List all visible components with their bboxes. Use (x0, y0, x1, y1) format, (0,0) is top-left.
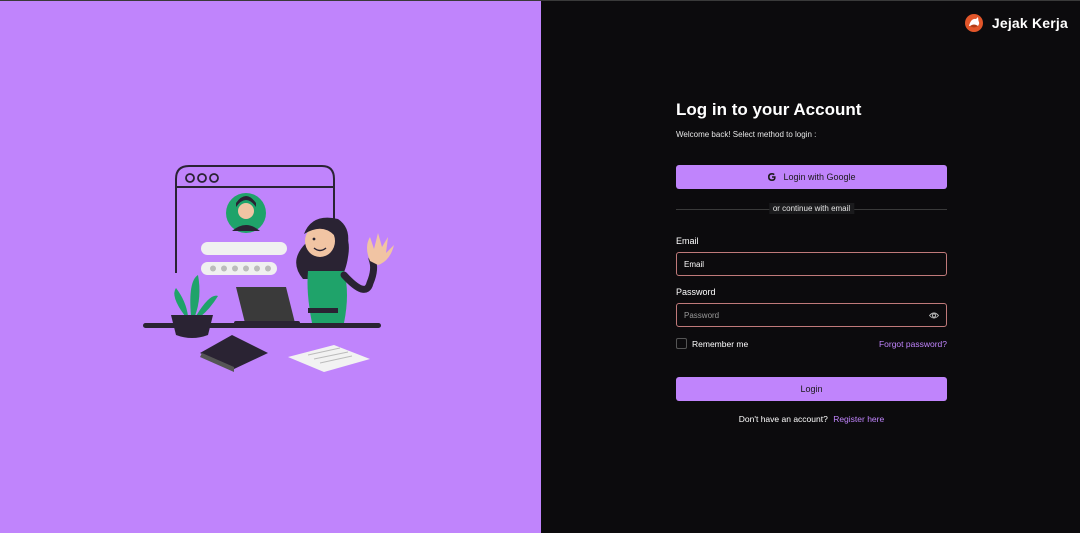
remember-me[interactable]: Remember me (676, 338, 748, 349)
illustration-panel (0, 1, 541, 533)
password-label: Password (676, 287, 716, 297)
login-button[interactable]: Login (676, 377, 947, 401)
google-login-label: Login with Google (783, 172, 856, 182)
register-text: Don't have an account? (738, 414, 828, 424)
google-login-button[interactable]: Login with Google (676, 165, 947, 189)
login-form: Log in to your Account Welcome back! Sel… (676, 100, 947, 424)
brand-name: Jejak Kerja (991, 15, 1068, 31)
login-panel: Jejak Kerja Log in to your Account Welco… (541, 1, 1080, 533)
divider-text: or continue with email (768, 203, 855, 214)
email-input[interactable] (677, 253, 946, 275)
forgot-password-link[interactable]: Forgot password? (879, 339, 947, 349)
page-title: Log in to your Account (676, 100, 862, 119)
email-field-box (676, 252, 947, 276)
eye-icon[interactable] (929, 311, 939, 320)
password-field-box (676, 303, 947, 327)
email-label: Email (676, 236, 699, 246)
remember-label: Remember me (692, 338, 749, 349)
brand[interactable]: Jejak Kerja (964, 14, 1068, 32)
login-page: Jejak Kerja Log in to your Account Welco… (0, 0, 1080, 533)
remember-checkbox[interactable] (676, 338, 687, 349)
fox-logo-icon (964, 14, 983, 32)
google-icon (768, 173, 777, 181)
login-illustration (143, 165, 394, 372)
register-prompt: Don't have an account? Register here (676, 414, 947, 424)
divider: or continue with email (676, 203, 947, 214)
password-input[interactable] (677, 304, 946, 326)
options-row: Remember me Forgot password? (676, 338, 947, 349)
page-subtitle: Welcome back! Select method to login : (676, 130, 817, 139)
register-link[interactable]: Register here (833, 414, 884, 424)
